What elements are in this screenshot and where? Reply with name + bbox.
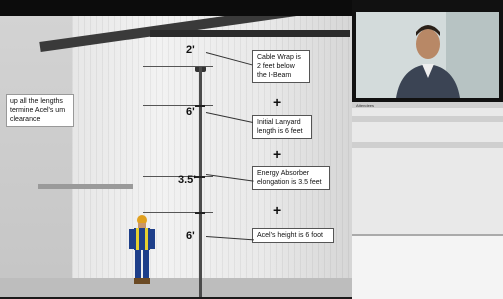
chat-panel [352,234,503,299]
dim-tick [195,105,205,107]
participant-avatar [356,12,499,98]
plus-sign: + [273,202,282,218]
back-wall [72,16,352,297]
dim-tick [195,212,205,214]
dim-label-lanyard: 6' [186,106,195,118]
ledge [38,184,133,189]
dim-label-cable: 2' [186,44,195,56]
sidebar-section [352,116,503,122]
dim-tick [195,176,205,178]
plus-sign: + [273,94,282,110]
instruction-note: up all the lengths termine Acel's um cle… [6,94,74,127]
callout-worker-height: Acel's height is 6 foot [252,228,334,243]
worker-figure [129,215,155,284]
training-scene: up all the lengths termine Acel's um cle… [0,16,352,297]
callout-cable-wrap: Cable Wrap is 2 feet below the I-Beam [252,50,310,83]
monitor: up all the lengths termine Acel's um cle… [0,0,503,299]
dim-label-absorber: 3.5' [178,174,196,186]
measure-line-top [143,66,213,67]
left-wall [0,16,72,297]
lifeline-cable [199,66,202,297]
callout-lanyard: Initial Lanyard length is 6 feet [252,115,312,139]
sidebar-header [352,102,503,108]
participant-video[interactable] [356,12,499,98]
plus-sign: + [273,146,282,162]
i-beam-upper [150,30,350,37]
floor [0,278,352,297]
dim-label-height: 6' [186,230,195,242]
sidebar-title: Attendees [356,103,375,108]
callout-energy-absorber: Energy Absorber elongation is 3.5 feet [252,166,330,190]
sidebar-section [352,142,503,148]
